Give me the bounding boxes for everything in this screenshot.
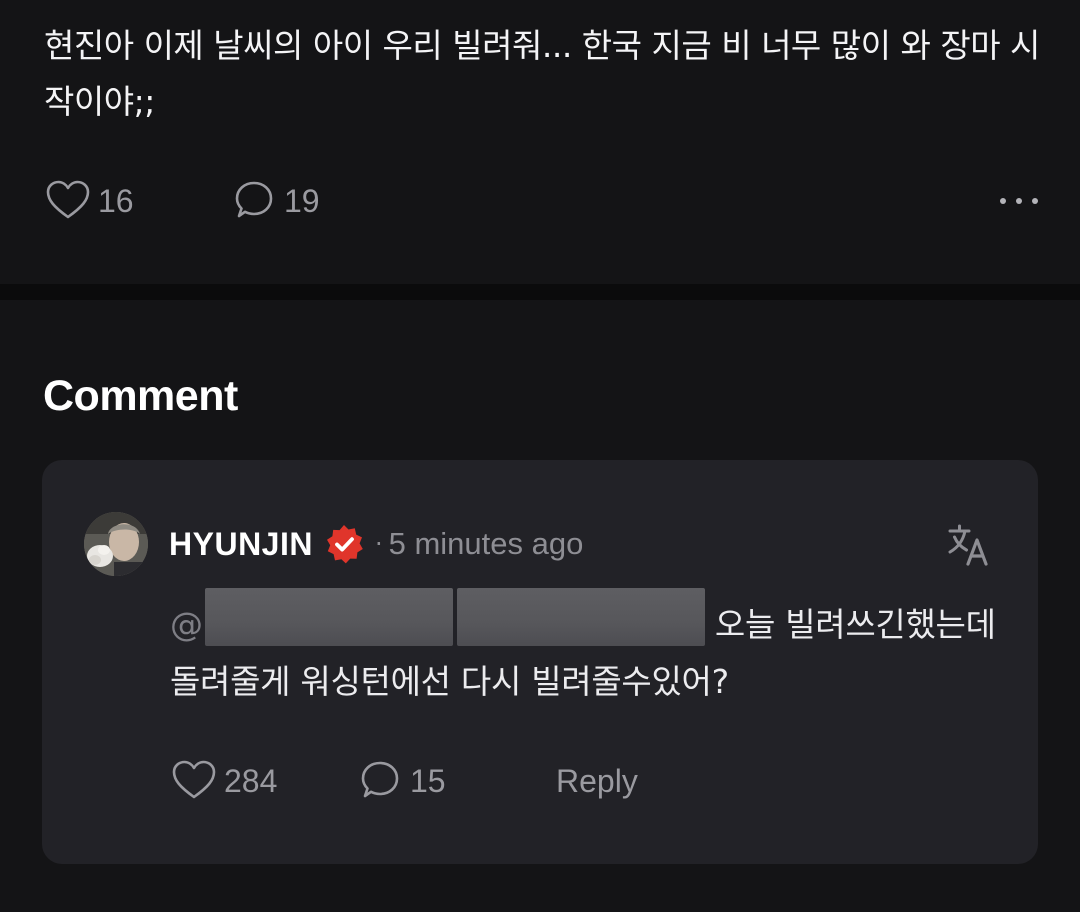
comment-card: HYUNJIN · 5 minutes ago @ 오늘 빌려쓰긴했는데 돌려줄… xyxy=(42,460,1038,864)
post-actions: 16 19 xyxy=(44,176,1044,226)
section-divider xyxy=(0,284,1080,300)
comment-header: HYUNJIN · 5 minutes ago xyxy=(169,522,583,566)
meta-separator: · xyxy=(374,530,383,558)
comment-like-count: 284 xyxy=(224,762,278,799)
more-button[interactable] xyxy=(994,176,1044,226)
post: 현진아 이제 날씨의 아이 우리 빌려줘... 한국 지금 비 너무 많이 와 … xyxy=(0,0,1080,284)
post-comment-button[interactable]: 19 xyxy=(230,176,320,226)
translate-button[interactable] xyxy=(946,522,992,568)
speech-bubble-icon xyxy=(230,177,278,225)
verified-badge-icon xyxy=(323,523,365,565)
heart-outline-icon xyxy=(170,757,218,805)
comment-reply-count: 15 xyxy=(410,762,446,799)
timestamp: 5 minutes ago xyxy=(388,526,584,561)
post-text: 현진아 이제 날씨의 아이 우리 빌려줘... 한국 지금 비 너무 많이 와 … xyxy=(44,26,1040,121)
comment-body: @ 오늘 빌려쓰긴했는데 돌려줄게 워싱턴에선 다시 빌려줄수있어? xyxy=(170,588,1000,710)
speech-bubble-icon xyxy=(356,757,404,805)
comment-actions: 284 15 Reply xyxy=(170,756,870,806)
comment-section-title: Comment xyxy=(43,372,238,420)
post-comment-count: 19 xyxy=(284,182,320,219)
redacted-mention-block xyxy=(456,588,705,646)
avatar[interactable] xyxy=(84,512,148,576)
more-horizontal-icon xyxy=(997,192,1041,211)
translate-icon xyxy=(946,524,992,572)
redacted-mention-block xyxy=(204,588,453,646)
comment-like-button[interactable]: 284 xyxy=(170,756,277,806)
reply-button[interactable]: Reply xyxy=(556,756,638,806)
comment-reply-count-button[interactable]: 15 xyxy=(356,756,446,806)
username[interactable]: HYUNJIN xyxy=(169,526,313,563)
comment-section: Comment HYUNJIN · 5 minutes ago @ 오늘 빌려쓰… xyxy=(0,300,1080,912)
post-like-count: 16 xyxy=(98,182,134,219)
mention-prefix[interactable]: @ xyxy=(170,605,203,644)
post-like-button[interactable]: 16 xyxy=(44,176,134,226)
heart-outline-icon xyxy=(44,177,92,225)
